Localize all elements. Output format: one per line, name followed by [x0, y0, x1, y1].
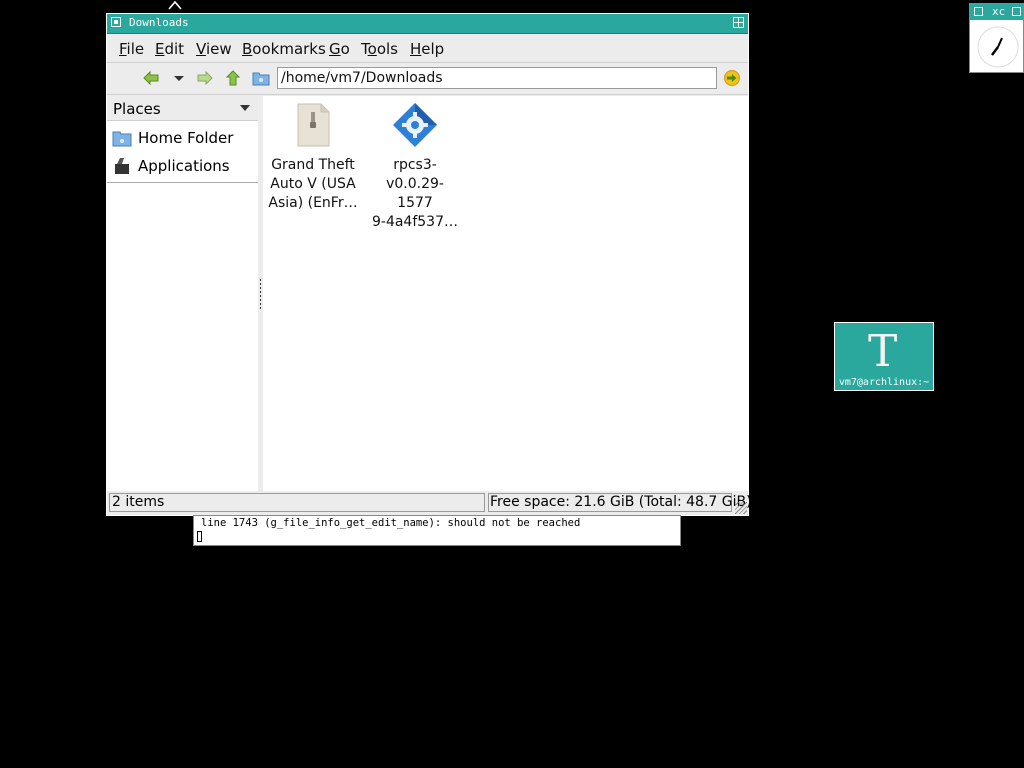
- file-name-line: rpcs3-: [393, 157, 437, 173]
- sidebar-item-applications[interactable]: Applications: [107, 153, 258, 179]
- clock-window-titlebar[interactable]: xc: [970, 4, 1023, 20]
- file-item-rpcs3[interactable]: rpcs3- v0.0.29-1577 9-4a4f537…: [369, 102, 461, 232]
- forward-arrow-icon[interactable]: [196, 69, 214, 87]
- menu-file[interactable]: File: [119, 40, 144, 58]
- terminal-error-window[interactable]: line 1743 (g_file_info_get_edit_name): s…: [193, 515, 681, 546]
- up-arrow-icon[interactable]: [224, 69, 242, 87]
- menu-view[interactable]: View: [196, 40, 232, 58]
- file-item-gta[interactable]: Grand Theft Auto V (USA Asia) (EnFr…: [267, 102, 359, 213]
- mouse-pointer-icon: [168, 0, 182, 10]
- resize-grip[interactable]: [735, 502, 747, 514]
- maximize-icon[interactable]: [733, 17, 744, 28]
- clock-window-title: xc: [992, 5, 1006, 18]
- folder-icon[interactable]: [252, 69, 270, 87]
- toolbar: /home/vm7/Downloads: [107, 63, 748, 95]
- file-manager-window: Downloads File Edit View Bookmarks Go To…: [106, 13, 752, 516]
- window-titlebar[interactable]: Downloads: [107, 14, 748, 34]
- menu-bookmarks[interactable]: Bookmarks: [242, 40, 326, 58]
- history-dropdown-icon[interactable]: [170, 69, 188, 87]
- file-name-line: 9-4a4f537…: [371, 214, 458, 230]
- location-input[interactable]: /home/vm7/Downloads: [277, 67, 717, 89]
- splitter-grip[interactable]: [260, 279, 261, 311]
- places-header-label: Places: [113, 100, 161, 118]
- menu-help[interactable]: Help: [410, 40, 444, 58]
- window-title: Downloads: [129, 16, 189, 29]
- places-sidebar: Places Home Folder Applications: [107, 96, 259, 491]
- sidebar-item-label: Home Folder: [138, 129, 234, 147]
- file-name-line: Grand Theft: [271, 157, 355, 173]
- text-cursor: [197, 531, 202, 542]
- file-name-line: Auto V (USA: [270, 176, 356, 192]
- terminal-icon: T: [868, 326, 898, 377]
- sidebar-divider: [107, 182, 258, 183]
- menu-tools[interactable]: Tools: [361, 40, 398, 58]
- archive-file-icon: [297, 103, 330, 147]
- places-header[interactable]: Places: [107, 96, 258, 121]
- sidebar-item-label: Applications: [138, 157, 230, 175]
- chevron-down-icon[interactable]: [240, 105, 250, 111]
- free-space: Free space: 21.6 GiB (Total: 48.7 GiB): [488, 493, 752, 512]
- applications-icon: [115, 158, 129, 174]
- iconified-terminal[interactable]: T vm7@archlinux:~: [834, 322, 934, 391]
- window-menu-icon[interactable]: [111, 17, 121, 27]
- item-count: 2 items: [109, 493, 485, 512]
- clock-window[interactable]: xc: [969, 3, 1024, 73]
- file-name-line: Asia) (EnFr…: [268, 195, 358, 211]
- maximize-icon[interactable]: [1012, 7, 1021, 16]
- home-folder-icon: [112, 131, 132, 147]
- file-view[interactable]: Grand Theft Auto V (USA Asia) (EnFr… rpc…: [263, 96, 748, 491]
- menu-edit[interactable]: Edit: [155, 40, 184, 58]
- rpcs3-gear-icon: [393, 103, 437, 147]
- window-menu-icon[interactable]: [974, 7, 983, 16]
- go-arrow-icon[interactable]: [723, 69, 741, 87]
- iconified-terminal-label: vm7@archlinux:~: [838, 377, 930, 388]
- menubar: File Edit View Bookmarks Go Tools Help: [107, 34, 748, 63]
- file-name-line: v0.0.29-1577: [386, 176, 444, 211]
- sidebar-item-home-folder[interactable]: Home Folder: [107, 125, 258, 151]
- menu-go[interactable]: Go: [329, 40, 350, 58]
- statusbar: 2 items Free space: 21.6 GiB (Total: 48.…: [107, 492, 752, 515]
- back-arrow-icon[interactable]: [142, 69, 160, 87]
- terminal-error-line: line 1743 (g_file_info_get_edit_name): s…: [201, 517, 581, 529]
- clock-face-icon: [977, 26, 1019, 68]
